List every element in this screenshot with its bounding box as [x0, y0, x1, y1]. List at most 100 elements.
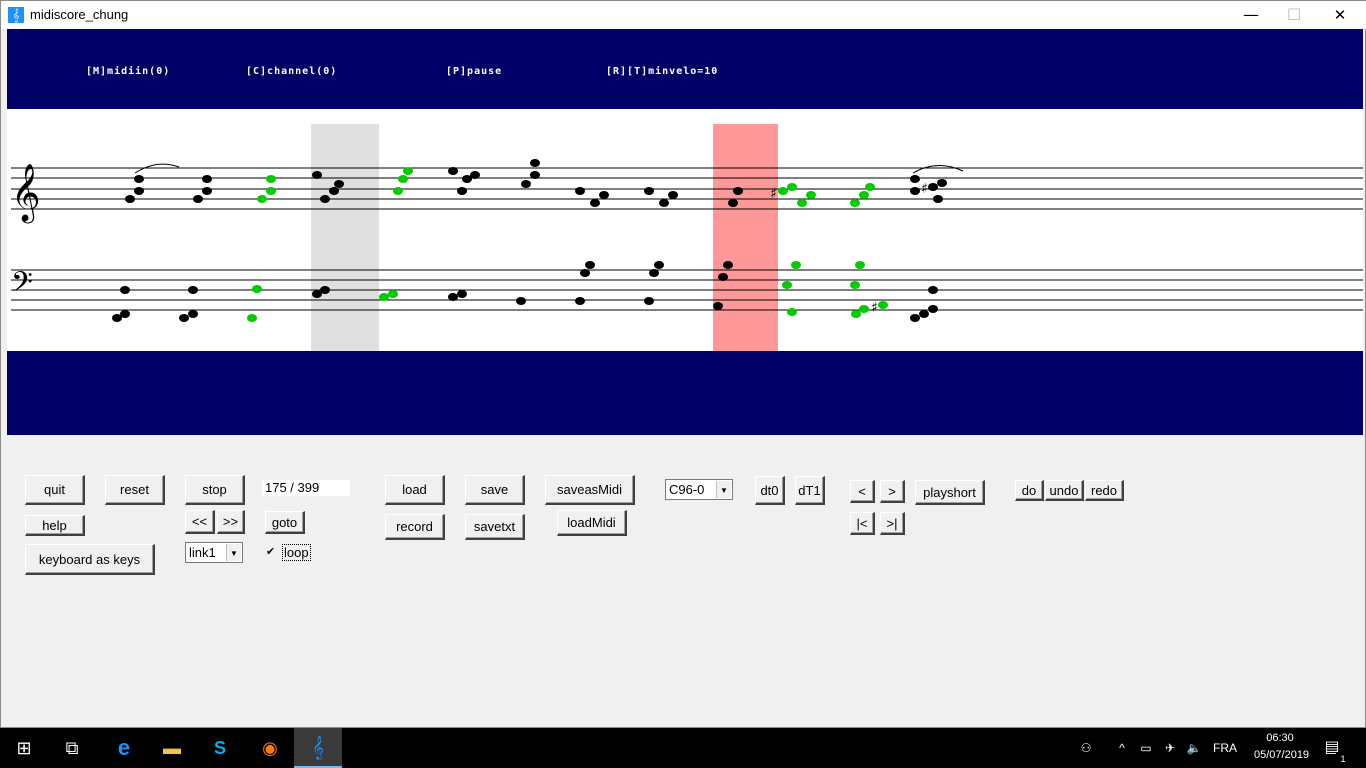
note-head: [644, 187, 654, 195]
minvelo-label: [R][T]minvelo=10: [606, 66, 719, 77]
undo-button[interactable]: undo: [1045, 480, 1084, 501]
note-head: [865, 183, 875, 191]
battery-icon[interactable]: ▭: [1136, 728, 1156, 768]
do-button[interactable]: do: [1015, 480, 1044, 501]
treble-clef-app-icon: 𝄞: [8, 7, 24, 23]
forward-button[interactable]: >>: [217, 510, 245, 534]
note-head: [797, 199, 807, 207]
loop-checkbox[interactable]: ✔: [265, 546, 276, 557]
note-head: [933, 195, 943, 203]
clock-date[interactable]: 05/07/2019: [1254, 749, 1309, 761]
note-head: [878, 301, 888, 309]
last-button[interactable]: >|: [880, 512, 905, 535]
redo-button[interactable]: redo: [1085, 480, 1124, 501]
note-head: [851, 310, 861, 318]
note-head: [393, 187, 403, 195]
note-head: [388, 290, 398, 298]
note-head: [125, 195, 135, 203]
note-head: [403, 167, 413, 175]
note-head: [599, 191, 609, 199]
load-button[interactable]: load: [385, 475, 445, 505]
staff-area[interactable]: 𝄞 𝄢 ♯ ♯ ♯: [7, 109, 1363, 351]
language-indicator[interactable]: FRA: [1210, 728, 1240, 768]
task-view-icon[interactable]: ⧉: [48, 728, 96, 768]
next-button[interactable]: >: [880, 480, 905, 503]
note-head: [910, 175, 920, 183]
volume-icon[interactable]: 🔈: [1184, 728, 1204, 768]
goto-button[interactable]: goto: [265, 511, 305, 534]
maximize-button[interactable]: ☐: [1271, 1, 1317, 29]
note-head: [320, 286, 330, 294]
note-head: [782, 281, 792, 289]
note-head: [266, 175, 276, 183]
note-head: [398, 175, 408, 183]
reset-button[interactable]: reset: [105, 475, 165, 505]
note-head: [928, 183, 938, 191]
note-head: [312, 171, 322, 179]
midiin-label: [M]midiin(0): [86, 66, 171, 77]
clock-time[interactable]: 06:30: [1254, 732, 1306, 744]
note-head: [644, 297, 654, 305]
chevron-down-icon: ▼: [716, 481, 731, 498]
note-head: [855, 261, 865, 269]
people-icon[interactable]: ⚇: [1074, 728, 1098, 768]
note-head: [778, 187, 788, 195]
file-explorer-icon[interactable]: ▬: [148, 728, 196, 768]
close-button[interactable]: ✕: [1317, 1, 1363, 29]
position-counter: 175 / 399: [262, 480, 350, 496]
note-head: [134, 175, 144, 183]
edge-icon[interactable]: e: [100, 728, 148, 768]
sharp-icon: ♯: [921, 181, 928, 197]
savetxt-button[interactable]: savetxt: [465, 514, 525, 540]
note-head: [179, 314, 189, 322]
note-head: [193, 195, 203, 203]
loop-label[interactable]: loop: [282, 544, 311, 561]
keyboard-as-keys-button[interactable]: keyboard as keys: [25, 544, 155, 575]
taskbar: ⊞ ⧉ e ▬ S ◉ 𝄞 ⚇ ^ ▭ ✈ 🔈 FRA 06:30 05/07/…: [0, 728, 1366, 768]
note-head: [919, 310, 929, 318]
skype-icon[interactable]: S: [196, 728, 244, 768]
save-button[interactable]: save: [465, 475, 525, 505]
title-bar: 𝄞 midiscore_chung — ☐ ✕: [1, 1, 1366, 29]
note-head: [188, 310, 198, 318]
chevron-up-icon[interactable]: ^: [1112, 728, 1132, 768]
help-button[interactable]: help: [25, 515, 85, 536]
pause-label: [P]pause: [446, 66, 503, 77]
record-button[interactable]: record: [385, 514, 445, 540]
note-head: [266, 187, 276, 195]
note-head: [202, 175, 212, 183]
load-midi-button[interactable]: loadMidi: [557, 510, 627, 536]
note-head: [859, 305, 869, 313]
saveas-midi-button[interactable]: saveasMidi: [545, 475, 635, 505]
note-head: [937, 179, 947, 187]
midiscore-taskbar-icon[interactable]: 𝄞: [294, 728, 342, 768]
note-head: [521, 180, 531, 188]
note-head: [448, 293, 458, 301]
note-head: [787, 183, 797, 191]
note-head: [247, 314, 257, 322]
windows-start-icon[interactable]: ⊞: [0, 728, 48, 768]
note-head: [188, 286, 198, 294]
first-button[interactable]: |<: [850, 512, 875, 535]
note-head: [806, 191, 816, 199]
prev-button[interactable]: <: [850, 480, 875, 503]
firefox-icon[interactable]: ◉: [246, 728, 294, 768]
minimize-button[interactable]: —: [1228, 1, 1274, 29]
note-head: [575, 297, 585, 305]
playshort-button[interactable]: playshort: [915, 480, 985, 505]
quit-button[interactable]: quit: [25, 475, 85, 505]
note-head: [334, 180, 344, 188]
instrument-select[interactable]: C96-0 ▼: [665, 479, 733, 500]
note-head: [379, 293, 389, 301]
airplane-mode-icon[interactable]: ✈: [1160, 728, 1180, 768]
rewind-button[interactable]: <<: [185, 510, 215, 534]
stop-button[interactable]: stop: [185, 475, 245, 505]
dt1-button[interactable]: dT1: [795, 476, 825, 505]
dt0-button[interactable]: dt0: [755, 476, 785, 505]
note-head: [791, 261, 801, 269]
note-head: [928, 305, 938, 313]
note-head: [470, 171, 480, 179]
score-canvas[interactable]: [M]midiin(0) [C]channel(0) [P]pause [R][…: [7, 29, 1363, 435]
link-select[interactable]: link1 ▼: [185, 542, 243, 563]
grey-playhead-marker: [311, 124, 379, 351]
